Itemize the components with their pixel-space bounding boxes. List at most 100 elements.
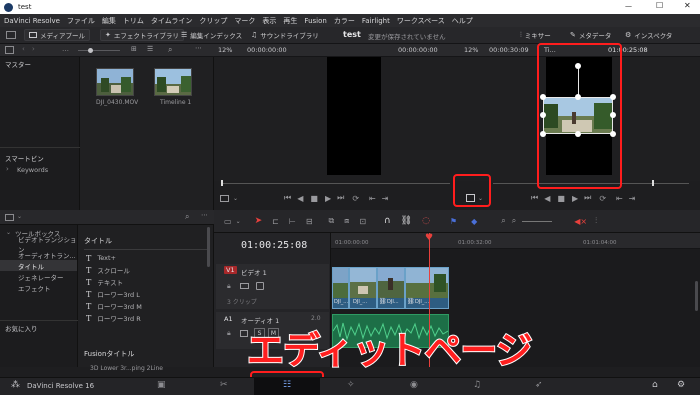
play-icon[interactable]: ▶: [325, 194, 331, 203]
stop-icon[interactable]: ■: [310, 194, 318, 203]
overwrite-clip-icon[interactable]: ⧈: [344, 216, 349, 226]
blade-tool-icon[interactable]: ⊟: [306, 217, 313, 226]
mark-in-icon[interactable]: ⇤: [616, 194, 623, 203]
timeline-view-icon[interactable]: ▭: [224, 217, 232, 226]
fairlight-page-icon[interactable]: ♫: [473, 380, 481, 390]
video-clip[interactable]: ⛓ DJI_...: [405, 267, 449, 309]
source-zoom[interactable]: 12%: [218, 46, 232, 54]
inspector-button[interactable]: ⚙ インスペクタ: [620, 29, 677, 41]
clip-thumbnail[interactable]: [96, 68, 134, 96]
snap-icon[interactable]: ∩: [384, 216, 391, 226]
slider-knob[interactable]: [88, 48, 93, 53]
favorites-header[interactable]: お気に入り: [5, 323, 38, 333]
stop-icon[interactable]: ■: [557, 194, 565, 203]
video-track-id[interactable]: V1: [224, 266, 237, 274]
loop-icon[interactable]: ⟳: [599, 194, 606, 203]
mixer-button[interactable]: ⫶ ミキサー: [515, 29, 556, 41]
audio-track-id[interactable]: A1: [224, 315, 233, 323]
grid-view-icon[interactable]: ⊞: [131, 45, 137, 53]
lock-icon[interactable]: 🔒︎: [227, 329, 231, 338]
mark-in-icon[interactable]: ⇤: [369, 194, 376, 203]
title-item[interactable]: T ローワー3rd L: [78, 288, 214, 300]
effects-category[interactable]: タイトル: [0, 260, 77, 271]
effects-category[interactable]: オーディオトラン...: [0, 249, 77, 260]
skip-forward-icon[interactable]: ⏭: [584, 193, 591, 203]
chevron-down-icon[interactable]: ⌄: [17, 213, 22, 220]
video-track-name[interactable]: ビデオ 1: [241, 267, 267, 277]
menu-item[interactable]: トリム: [123, 16, 144, 26]
title-item[interactable]: T ローワー3rd R: [78, 312, 214, 324]
options-icon[interactable]: ⋯: [195, 44, 202, 52]
keywords-bin[interactable]: Keywords: [17, 166, 48, 174]
metadata-button[interactable]: ✎ メタデータ: [565, 29, 616, 41]
play-icon[interactable]: ▶: [572, 194, 578, 203]
color-page-icon[interactable]: ◉: [410, 380, 418, 390]
menu-item[interactable]: 編集: [102, 16, 116, 26]
selection-tool-icon[interactable]: ➤: [255, 216, 263, 226]
options-icon[interactable]: ⋯: [201, 211, 208, 219]
menu-item[interactable]: カラー: [334, 16, 355, 26]
video-clip[interactable]: DJI_...: [332, 267, 349, 309]
list-view-icon[interactable]: ☰: [147, 45, 153, 53]
eye-icon[interactable]: [256, 282, 264, 290]
video-enable-icon[interactable]: [240, 283, 249, 289]
step-back-icon[interactable]: ◀: [297, 194, 303, 203]
source-scrubber-head[interactable]: [221, 180, 223, 186]
mute-icon[interactable]: ◀×: [574, 217, 587, 226]
flag-icon[interactable]: ⚑: [450, 217, 457, 226]
timeline-zoom[interactable]: 12%: [464, 46, 478, 54]
edit-index-button[interactable]: ☰ 編集インデックス: [176, 29, 247, 41]
title-item[interactable]: T ローワー3rd M: [78, 300, 214, 312]
media-page-icon[interactable]: ▣: [157, 380, 166, 390]
title-item[interactable]: T Text+: [78, 252, 214, 264]
replace-clip-icon[interactable]: ⊡: [359, 217, 366, 226]
home-icon[interactable]: ⌂: [652, 380, 658, 390]
link-icon[interactable]: ⛓: [401, 216, 412, 226]
media-pool-button[interactable]: メディアプール: [24, 29, 91, 41]
effects-category[interactable]: ジェネレーター: [0, 271, 77, 282]
video-clip[interactable]: ⛓ DJI...: [377, 267, 405, 309]
search-icon[interactable]: ⌕: [168, 45, 172, 55]
master-folder[interactable]: マスター: [5, 59, 31, 69]
zoom-slider[interactable]: [522, 220, 553, 222]
title-item[interactable]: T テキスト: [78, 276, 214, 288]
effects-category[interactable]: ビデオトランジション: [0, 236, 77, 254]
menu-item[interactable]: 再生: [283, 16, 297, 26]
menu-item[interactable]: タイムライン: [151, 16, 193, 26]
skip-back-icon[interactable]: ⏮: [531, 193, 538, 203]
chevron-down-icon[interactable]: ⌄: [236, 218, 241, 225]
menu-item[interactable]: クリップ: [199, 16, 227, 26]
sound-library-button[interactable]: ♫ サウンドライブラリ: [246, 29, 324, 41]
trim-tool-icon[interactable]: ⊏: [272, 217, 279, 226]
menu-item[interactable]: Fusion: [304, 17, 326, 25]
layout-toggle-icon[interactable]: [5, 46, 14, 54]
view-options-icon[interactable]: [220, 194, 229, 202]
menu-item[interactable]: 表示: [262, 16, 276, 26]
dynamic-trim-icon[interactable]: ⊢: [289, 217, 296, 226]
fusion-page-icon[interactable]: ✧: [347, 380, 355, 390]
mark-out-icon[interactable]: ⇥: [382, 194, 389, 203]
back-arrow-icon[interactable]: ‹: [22, 45, 25, 53]
search-icon[interactable]: ⌕: [185, 212, 189, 222]
panel-toggle-icon[interactable]: [5, 214, 14, 221]
chevron-right-icon[interactable]: ›: [6, 165, 9, 173]
skip-back-icon[interactable]: ⏮: [284, 193, 291, 203]
maximize-button[interactable]: ☐: [656, 1, 663, 10]
mark-out-icon[interactable]: ⇥: [629, 194, 636, 203]
title-item[interactable]: T スクロール: [78, 264, 214, 276]
effects-scrollbar[interactable]: [207, 227, 210, 267]
skip-forward-icon[interactable]: ⏭: [337, 193, 344, 203]
marker-icon[interactable]: ◆: [471, 217, 477, 226]
source-scrubber[interactable]: [222, 183, 450, 184]
insert-clip-icon[interactable]: ⧉: [329, 216, 335, 226]
menu-item[interactable]: ワークスペース: [397, 16, 445, 26]
loop-icon[interactable]: ⟳: [352, 194, 359, 203]
position-lock-icon[interactable]: ◌: [422, 216, 430, 226]
thumb-size-slider[interactable]: [78, 50, 120, 51]
chevron-down-icon[interactable]: ⌄: [233, 195, 238, 202]
cut-page-icon[interactable]: ✂: [220, 380, 228, 390]
lock-icon[interactable]: 🔒︎: [227, 282, 231, 291]
timeline-scrubber-head[interactable]: [652, 180, 654, 186]
timeline-thumbnail[interactable]: [154, 68, 192, 96]
zoom-out-icon[interactable]: ⌕: [501, 216, 505, 226]
